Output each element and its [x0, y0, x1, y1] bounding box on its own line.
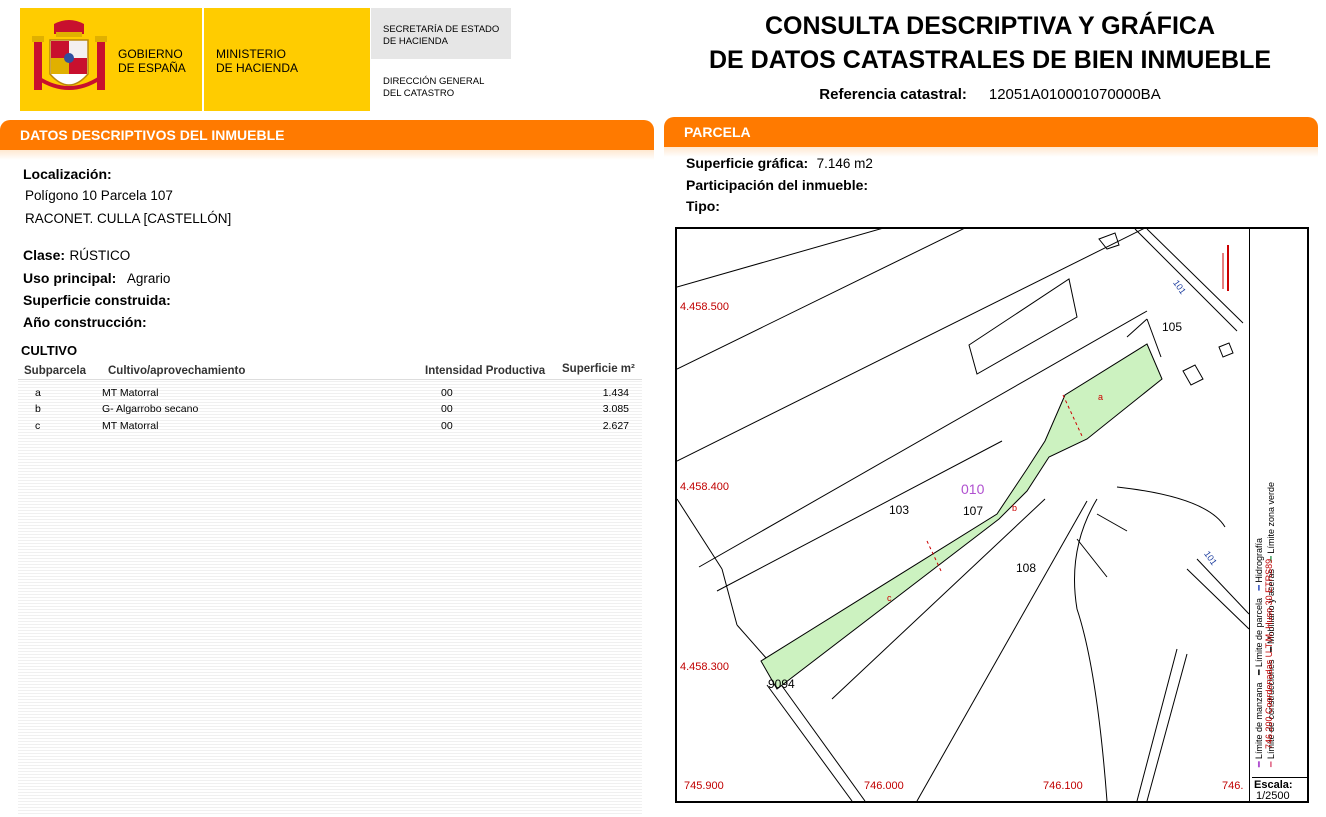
parcel-label: 9094	[768, 677, 795, 691]
legend-parcela: Límite de parcela	[1254, 598, 1264, 668]
road-line	[1134, 229, 1238, 332]
table-row-c-sub: c	[35, 420, 41, 432]
gobierno-line2: DE ESPAÑA	[118, 61, 186, 75]
parcel-label: 103	[889, 503, 910, 517]
boundary-line	[721, 568, 738, 626]
superficie-grafica-row: Superficie gráfica: 7.146 m2	[686, 155, 873, 173]
table-row-b-superficie: 3.085	[602, 403, 629, 415]
table-row-c-superficie: 2.627	[602, 420, 629, 432]
parcel-boundary-line	[677, 229, 965, 370]
ministerio-line2: DE HACIENDA	[216, 61, 299, 75]
table-row-a-sub: a	[35, 387, 41, 399]
secretaria-line1: SECRETARÍA DE ESTADO	[383, 24, 500, 35]
table-row-c-intensidad: 00	[441, 420, 453, 432]
road-line	[1186, 568, 1249, 630]
tab-datos-descriptivos: DATOS DESCRIPTIVOS DEL INMUEBLE	[0, 120, 654, 160]
tipo-label: Tipo:	[686, 198, 720, 214]
clase-value: RÚSTICO	[69, 248, 131, 263]
subparcel-label: b	[1012, 503, 1018, 513]
col-intensidad: Intensidad Productiva	[425, 365, 546, 377]
col-subparcela: Subparcela	[24, 365, 86, 377]
tab-datos-label: DATOS DESCRIPTIVOS DEL INMUEBLE	[20, 127, 285, 143]
ref-value: 12051A010001070000BA	[988, 86, 1161, 103]
parcel-label: 108	[1016, 561, 1037, 575]
page-title-line2: DE DATOS CATASTRALES DE BIEN INMUEBLE	[708, 46, 1272, 74]
table-row-a-intensidad: 00	[441, 387, 453, 399]
boundary-line	[677, 498, 723, 570]
clase-row: Clase: RÚSTICO	[23, 247, 130, 265]
uso-value: Agrario	[126, 271, 171, 286]
col-cultivo: Cultivo/aprovechamiento	[108, 365, 246, 377]
uso-label: Uso principal:	[23, 270, 117, 286]
road-line	[766, 684, 853, 801]
participacion-label: Participación del inmueble:	[686, 177, 869, 193]
ano-construccion-label: Año construcción:	[23, 314, 147, 330]
scale-value: 1/2500	[1256, 790, 1290, 802]
x-coord-label: 745.900	[684, 780, 724, 792]
logo-divider	[202, 8, 204, 111]
col-superficie: Superficie m²	[562, 363, 635, 375]
coat-of-arms-icon	[32, 20, 107, 90]
scale-box	[1252, 777, 1308, 778]
building-outline	[1098, 232, 1120, 250]
boundary-line	[1074, 498, 1108, 801]
y-coord-label: 4.458.300	[680, 661, 729, 673]
boundary-line	[736, 624, 768, 660]
ministerio-line1: MINISTERIO	[216, 47, 287, 61]
superficie-grafica-value: 7.146 m2	[816, 156, 873, 171]
clase-label: Clase:	[23, 247, 66, 263]
boundary-line	[1126, 318, 1148, 338]
boundary-line	[1116, 486, 1226, 528]
table-row-a-cultivo: MT Matorral	[102, 387, 159, 399]
poligono-label: 010	[961, 481, 985, 497]
uso-row: Uso principal: Agrario	[23, 270, 170, 288]
subparcel-label: c	[887, 593, 892, 603]
gobierno-line1: GOBIERNO	[118, 47, 183, 61]
referencia-catastral: Referencia catastral: 12051A010001070000B…	[680, 86, 1300, 103]
parcel-boundary-line	[677, 229, 882, 288]
cultivo-title: CULTIVO	[21, 343, 78, 358]
parcel-boundary-line	[716, 440, 1003, 592]
map-legend: ━ Límite de manzana ━ Límite de parcela …	[1254, 482, 1276, 767]
building-outline	[1182, 364, 1204, 386]
tab-parcela-label: PARCELA	[684, 124, 751, 140]
y-coord-label: 4.458.500	[680, 301, 729, 313]
tab-parcela: PARCELA	[664, 117, 1318, 157]
ref-label: Referencia catastral:	[819, 86, 967, 103]
boundary-line	[1076, 538, 1108, 578]
x-coord-label: 746.000	[864, 780, 904, 792]
table-row-c-cultivo: MT Matorral	[102, 420, 159, 432]
subparcel-label: a	[1098, 392, 1104, 402]
x-coord-label: 746.100	[1043, 780, 1083, 792]
secretaria-line2: DE HACIENDA	[383, 36, 448, 47]
boundary-line	[1146, 653, 1188, 801]
table-row-b-sub: b	[35, 403, 41, 415]
superficie-construida-label: Superficie construida:	[23, 292, 171, 308]
table-row-b-intensidad: 00	[441, 403, 453, 415]
direccion-line2: DEL CATASTRO	[383, 88, 455, 99]
y-coord-label: 4.458.400	[680, 481, 729, 493]
parcel-label: 105	[1162, 320, 1183, 334]
table-row-a-superficie: 1.434	[602, 387, 629, 399]
legend-manzana: Límite de manzana	[1254, 682, 1264, 760]
boundary-line	[1136, 648, 1178, 801]
legend-zona-verde: Límite zona verde	[1266, 482, 1276, 554]
localizacion-label: Localización:	[23, 166, 112, 182]
parcel-label: 107	[963, 504, 984, 518]
legend-hidrografia: Hidrografía	[1254, 538, 1264, 583]
boundary-line	[1096, 513, 1128, 532]
localizacion-line2: RACONET. CULLA [CASTELLÓN]	[25, 211, 232, 226]
table-row-b-cultivo: G- Algarrobo secano	[102, 403, 199, 415]
coords-text: 746.200 Coordenadas U.T.M. Huso 30 ETRS8…	[1264, 558, 1274, 749]
road-line	[776, 678, 866, 801]
localizacion-line1: Polígono 10 Parcela 107	[25, 188, 173, 203]
page-title-line1: CONSULTA DESCRIPTIVA Y GRÁFICA	[764, 12, 1216, 40]
boundary-line	[916, 500, 1088, 801]
superficie-grafica-label: Superficie gráfica:	[686, 155, 809, 171]
building-outline	[1218, 342, 1234, 358]
direccion-line1: DIRECCIÓN GENERAL	[383, 76, 485, 87]
x-coord-label: 746.	[1222, 780, 1244, 792]
